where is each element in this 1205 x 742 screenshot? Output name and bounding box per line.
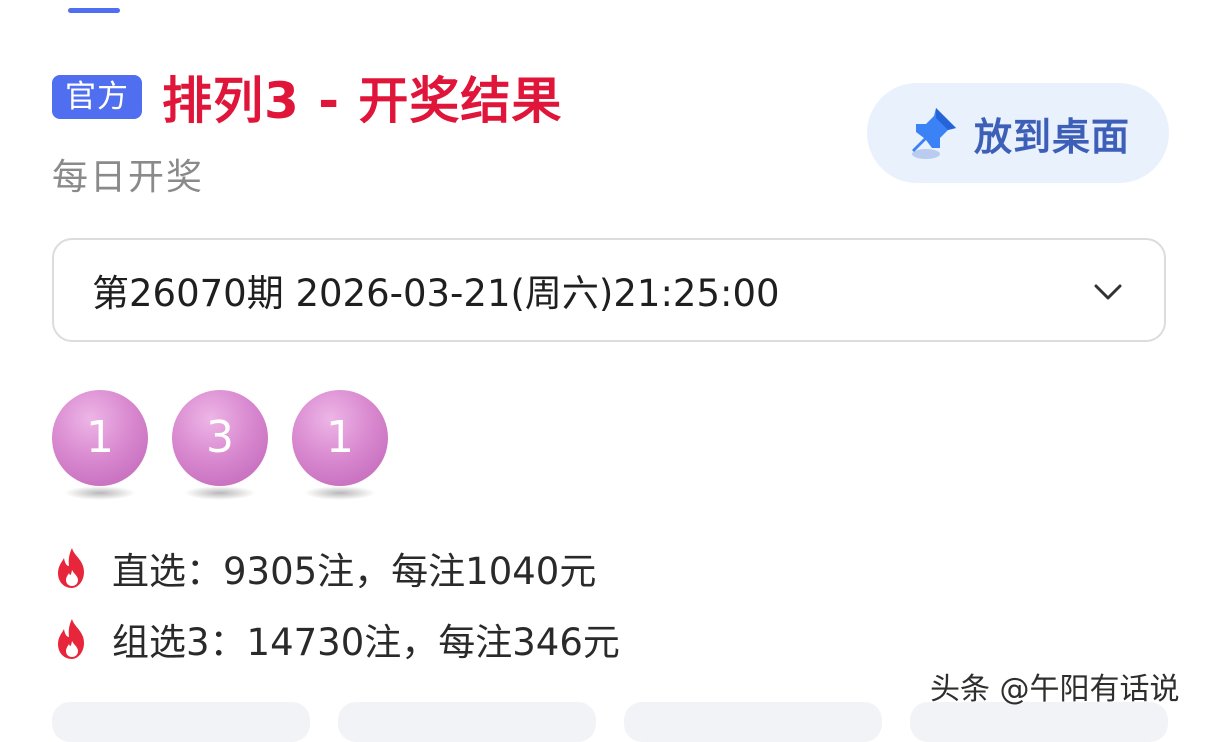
prize-line-group3: 组选3：14730注，每注346元 [52, 612, 620, 666]
number-ball: 1 [52, 390, 148, 500]
chevron-down-icon [1094, 284, 1122, 300]
draw-frequency-label: 每日开奖 [52, 157, 205, 198]
official-badge: 官方 [52, 75, 142, 119]
add-to-desktop-button[interactable]: 放到桌面 [867, 83, 1169, 183]
number-ball-value: 1 [292, 390, 388, 486]
prize-line-direct: 直选：9305注，每注1040元 [52, 541, 596, 595]
number-ball: 1 [292, 390, 388, 500]
header: 官方 排列3 - 开奖结果 [52, 68, 562, 130]
add-to-desktop-label: 放到桌面 [973, 114, 1130, 159]
tab-indicator [68, 8, 120, 13]
prize-text: 直选：9305注，每注1040元 [112, 550, 597, 593]
number-ball: 3 [172, 390, 268, 500]
number-ball-value: 3 [172, 390, 268, 486]
bottom-card[interactable] [624, 702, 882, 742]
ball-shadow [64, 486, 136, 500]
number-ball-value: 1 [52, 390, 148, 486]
issue-selector-value: 第26070期 2026-03-21(周六)21:25:00 [92, 272, 780, 315]
bottom-card[interactable] [338, 702, 596, 742]
fire-icon [58, 548, 84, 588]
prize-text: 组选3：14730注，每注346元 [112, 621, 620, 664]
fire-icon [58, 619, 84, 659]
pin-icon [911, 108, 956, 159]
page-title: 排列3 - 开奖结果 [162, 72, 563, 130]
winning-numbers: 1 3 1 [52, 390, 412, 500]
issue-selector[interactable]: 第26070期 2026-03-21(周六)21:25:00 [52, 238, 1166, 342]
ball-shadow [304, 486, 376, 500]
bottom-card[interactable] [52, 702, 310, 742]
ball-shadow [184, 486, 256, 500]
bottom-card[interactable] [910, 702, 1168, 742]
watermark: 头条 @午阳有话说 [930, 672, 1180, 707]
